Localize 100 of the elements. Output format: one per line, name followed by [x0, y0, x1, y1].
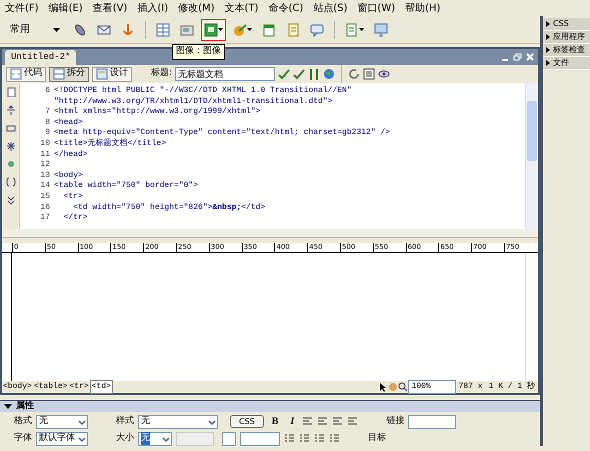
- code-line: </tr>: [62, 213, 89, 224]
- line-number: 8: [44, 118, 50, 128]
- tag-selector[interactable]: <td>: [90, 380, 113, 394]
- code-line: </head>: [54, 150, 89, 160]
- menu-item[interactable]: 文本(T): [220, 0, 264, 16]
- link-icon[interactable]: [73, 22, 87, 36]
- caret-down-icon[interactable]: [4, 404, 12, 410]
- format-dropdown[interactable]: 无: [36, 414, 88, 428]
- caret-icon[interactable]: [247, 28, 252, 31]
- eye-icon[interactable]: [378, 68, 390, 80]
- restore-icon[interactable]: [513, 53, 522, 61]
- title-field[interactable]: 无标题文档: [175, 67, 276, 81]
- align-center-icon[interactable]: [317, 416, 328, 427]
- chevron-icon[interactable]: [6, 195, 16, 205]
- expand-icon[interactable]: [6, 123, 16, 133]
- layer-icon[interactable]: [180, 22, 194, 36]
- envelope-icon[interactable]: [97, 22, 111, 36]
- code-line: "http://www.w3.org/TR/xhtml1/DTD/xhtml1-transitional.dtd">: [54, 96, 334, 107]
- speech-bubble-icon[interactable]: [310, 22, 324, 36]
- view-button[interactable]: 设计: [92, 66, 132, 82]
- anchor-icon[interactable]: [121, 22, 135, 36]
- document-tab[interactable]: Untitled-2*: [5, 50, 76, 65]
- justify-icon[interactable]: [347, 416, 358, 427]
- link-field[interactable]: [408, 414, 456, 428]
- code-line: <!DOCTYPE html PUBLIC "-//W3C//DTD XHTML 1.0 Transitional//EN": [54, 86, 353, 97]
- panel-title: 属性: [16, 400, 34, 413]
- indent-icon[interactable]: [329, 433, 340, 444]
- view-button[interactable]: 代码: [6, 66, 46, 82]
- download-time: 1 K / 1 秒: [488, 381, 536, 393]
- table-icon[interactable]: [156, 22, 170, 36]
- refresh-icon[interactable]: [348, 68, 360, 80]
- menu-item[interactable]: 文件(F): [0, 0, 44, 16]
- color-swatch[interactable]: [222, 432, 236, 446]
- document-icon[interactable]: [286, 22, 300, 36]
- menu-item[interactable]: 站点(S): [308, 0, 352, 16]
- caret-icon: [53, 28, 60, 32]
- line-number: 10: [39, 138, 50, 150]
- caret-right-icon: [545, 47, 551, 53]
- numbered-list-icon[interactable]: [299, 433, 310, 444]
- line-number: 16: [39, 202, 50, 214]
- css-button[interactable]: CSS: [230, 415, 264, 428]
- field-label: 字体: [14, 432, 32, 445]
- style-dropdown[interactable]: 无: [138, 414, 218, 428]
- menu-item[interactable]: 查看(V): [88, 0, 132, 16]
- scrollbar[interactable]: [525, 83, 538, 229]
- bullet-list-icon[interactable]: [284, 433, 295, 444]
- menu-item[interactable]: 编辑(E): [44, 0, 88, 16]
- calendar-icon[interactable]: [262, 22, 276, 36]
- line-number: 6: [44, 86, 50, 97]
- page-icon[interactable]: [345, 22, 359, 36]
- size-dropdown[interactable]: 无: [138, 432, 172, 446]
- zoom-icon[interactable]: [398, 382, 408, 392]
- close-icon[interactable]: [526, 53, 534, 61]
- design-view-icon: [96, 68, 108, 80]
- tag-selector[interactable]: <tr>: [68, 381, 90, 393]
- scrollbar[interactable]: [2, 229, 538, 237]
- italic-button[interactable]: I: [286, 414, 298, 429]
- caret-icon[interactable]: [218, 28, 223, 31]
- panel-header[interactable]: 应用程序: [543, 31, 590, 44]
- zoom-dropdown[interactable]: 100%: [408, 380, 456, 394]
- bold-button[interactable]: B: [268, 414, 282, 429]
- field-label: 格式: [14, 414, 32, 428]
- menu-item[interactable]: 插入(I): [132, 0, 174, 16]
- field-label: 目标: [368, 432, 386, 445]
- select-icon[interactable]: [6, 141, 16, 151]
- code-view-icon: [10, 68, 22, 80]
- font-dropdown[interactable]: 默认字体: [36, 432, 88, 446]
- toolbar-button[interactable]: [201, 18, 226, 40]
- window-size: 787 x: [458, 381, 484, 393]
- pointer-icon[interactable]: [378, 382, 388, 392]
- menu-item[interactable]: 窗口(W): [352, 0, 400, 16]
- menu-item[interactable]: 修改(M): [173, 0, 220, 16]
- validate-icon[interactable]: [278, 68, 290, 80]
- media-icon[interactable]: [233, 22, 247, 36]
- globe-icon[interactable]: [323, 68, 336, 80]
- field-label: 链接: [386, 414, 404, 428]
- tag-selector[interactable]: <table>: [32, 381, 68, 393]
- document-icon[interactable]: [6, 87, 16, 97]
- monitor-icon[interactable]: [374, 22, 388, 36]
- category-dropdown[interactable]: 常用: [4, 22, 66, 37]
- collapse-icon[interactable]: [6, 105, 16, 115]
- panel-header[interactable]: 标签检查: [543, 44, 590, 57]
- menu-item[interactable]: 帮助(H): [400, 0, 446, 16]
- panel-header[interactable]: CSS: [543, 18, 590, 31]
- view-button[interactable]: 拆分: [49, 66, 89, 82]
- color-field[interactable]: [240, 432, 280, 446]
- code-line: <td width="750" height="826">&nbsp;</td>: [72, 202, 266, 213]
- align-right-icon[interactable]: [332, 416, 344, 427]
- caret-icon[interactable]: [359, 28, 364, 31]
- list-icon[interactable]: [363, 68, 376, 80]
- check-icon[interactable]: [293, 68, 306, 80]
- outdent-icon[interactable]: [314, 433, 325, 444]
- image-icon[interactable]: [204, 22, 218, 36]
- align-left-icon[interactable]: [302, 416, 314, 427]
- panel-header[interactable]: 文件: [543, 57, 590, 70]
- field-label: 样式: [116, 414, 134, 428]
- braces-icon[interactable]: [6, 177, 16, 187]
- code-line: <tr>: [62, 192, 84, 203]
- menu-item[interactable]: 命令(C): [263, 0, 308, 16]
- tag-selector[interactable]: <body>: [2, 381, 33, 393]
